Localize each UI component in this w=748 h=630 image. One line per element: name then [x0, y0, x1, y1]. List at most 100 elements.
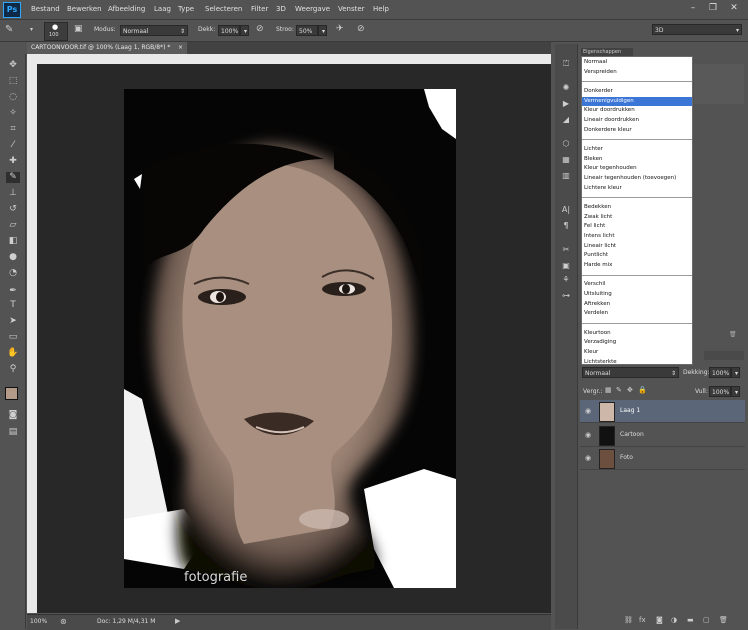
- play-icon[interactable]: ▶: [559, 98, 573, 109]
- layer-opacity-dropdown-icon[interactable]: ▾: [731, 367, 740, 378]
- panel-trash-icon[interactable]: 🗑: [729, 331, 745, 339]
- lock-pixels-icon[interactable]: ▦: [605, 386, 612, 394]
- brush-panel-icon[interactable]: ▣: [74, 24, 83, 34]
- lock-paint-icon[interactable]: ✎: [616, 386, 622, 394]
- 3d-panel-icon[interactable]: ⬡: [559, 138, 573, 149]
- menu-bewerken[interactable]: Bewerken: [67, 5, 102, 13]
- chevron-down-icon[interactable]: ▾: [30, 26, 33, 33]
- blend-mode-option[interactable]: Aftrekken: [582, 300, 692, 309]
- blend-mode-option[interactable]: Vermenigvuldigen: [582, 96, 692, 106]
- lock-position-icon[interactable]: ✥: [627, 386, 633, 394]
- blend-mode-option[interactable]: Bedekken: [582, 203, 692, 212]
- restore-icon[interactable]: ❐: [706, 3, 720, 13]
- airbrush-icon[interactable]: ✈: [336, 24, 344, 34]
- clone-stamp-icon[interactable]: ⊥: [6, 188, 20, 199]
- workspace-select[interactable]: 3D ▾: [652, 24, 742, 35]
- eraser-icon[interactable]: ▱: [6, 220, 20, 231]
- blend-mode-option[interactable]: Lichtsterkte: [582, 358, 692, 367]
- blend-mode-option[interactable]: Uitsluiting: [582, 290, 692, 299]
- fill-dropdown-icon[interactable]: ▾: [731, 386, 740, 397]
- tool-presets-icon[interactable]: ✂: [559, 244, 573, 255]
- blend-mode-option[interactable]: Kleur tegenhouden: [582, 164, 692, 173]
- paragraph-panel-icon[interactable]: ¶: [559, 220, 573, 231]
- info-panel-icon[interactable]: ▥: [559, 170, 573, 181]
- menu-type[interactable]: Type: [178, 5, 194, 13]
- path-select-icon[interactable]: ➤: [6, 316, 20, 327]
- blend-mode-option[interactable]: Kleur: [582, 348, 692, 357]
- quick-select-icon[interactable]: ✧: [6, 108, 20, 119]
- eye-icon[interactable]: ◉: [585, 431, 593, 439]
- pen-tool-icon[interactable]: ✒: [6, 286, 20, 297]
- move-tool-icon[interactable]: ✥: [6, 60, 20, 71]
- pressure-opacity-icon[interactable]: ⊘: [256, 24, 264, 34]
- flow-dropdown-icon[interactable]: ▾: [318, 25, 327, 36]
- layer-row-foto[interactable]: ◉ Foto: [580, 447, 745, 470]
- blur-tool-icon[interactable]: ●: [6, 252, 20, 263]
- layer-row-cartoon[interactable]: ◉ Cartoon: [580, 424, 745, 447]
- hand-tool-icon[interactable]: ✋: [6, 348, 20, 359]
- gradient-tool-icon[interactable]: ◧: [6, 236, 20, 247]
- zoom-tool-icon[interactable]: ⚲: [6, 364, 20, 375]
- opacity-field[interactable]: 100%: [218, 25, 240, 36]
- menu-filter[interactable]: Filter: [251, 5, 268, 13]
- quick-mask-icon[interactable]: ◙: [6, 410, 20, 421]
- close-icon[interactable]: ✕: [727, 3, 741, 13]
- fill-field[interactable]: 100%: [709, 386, 731, 397]
- character-panel-icon[interactable]: A|: [559, 204, 573, 215]
- brush-presets-icon[interactable]: ▣: [559, 260, 573, 271]
- document-canvas[interactable]: fotografie: [124, 89, 456, 588]
- navigator-icon[interactable]: ▦: [559, 154, 573, 165]
- new-group-icon[interactable]: ▬: [687, 616, 694, 624]
- pressure-size-icon[interactable]: ⊘: [357, 24, 365, 34]
- mode-select[interactable]: Normaal ⇕: [120, 25, 188, 36]
- brush-tool-icon[interactable]: ✎: [6, 172, 20, 183]
- menu-3d[interactable]: 3D: [276, 5, 286, 13]
- layer-mask-icon[interactable]: ◙: [656, 616, 663, 624]
- crop-tool-icon[interactable]: ⌗: [6, 124, 20, 135]
- blend-mode-option[interactable]: Verschil: [582, 280, 692, 289]
- document-tab[interactable]: CARTOONVOOR.tif @ 100% (Laag 1, RGB/8*) …: [27, 42, 187, 54]
- blend-mode-option[interactable]: Kleur doordrukken: [582, 106, 692, 115]
- opacity-dropdown-icon[interactable]: ▾: [240, 25, 249, 36]
- clone-source-icon[interactable]: ⚘: [559, 274, 573, 285]
- shape-tool-icon[interactable]: ▭: [6, 332, 20, 343]
- lock-all-icon[interactable]: 🔒: [638, 386, 647, 394]
- status-menu-arrow-icon[interactable]: ▶: [175, 617, 180, 625]
- menu-help[interactable]: Help: [373, 5, 389, 13]
- actions-panel-icon[interactable]: ✺: [559, 82, 573, 93]
- link-layers-icon[interactable]: ⛓: [624, 616, 633, 624]
- menu-venster[interactable]: Venster: [338, 5, 365, 13]
- blend-mode-option[interactable]: Bleken: [582, 155, 692, 164]
- screen-mode-icon[interactable]: ▤: [6, 427, 20, 438]
- blend-mode-option[interactable]: Verspreiden: [582, 68, 692, 77]
- type-tool-icon[interactable]: T: [6, 300, 20, 311]
- blend-mode-option[interactable]: Normaal: [582, 58, 692, 67]
- status-info-icon[interactable]: ⊛: [60, 617, 67, 626]
- eye-icon[interactable]: ◉: [585, 454, 593, 462]
- history-brush-icon[interactable]: ↺: [6, 204, 20, 215]
- lasso-tool-icon[interactable]: ◌: [6, 92, 20, 103]
- blend-mode-option[interactable]: Lineair doordrukken: [582, 116, 692, 125]
- blend-mode-option[interactable]: Lichter: [582, 145, 692, 154]
- zoom-level[interactable]: 100%: [30, 618, 47, 625]
- blend-mode-option[interactable]: Kleurtoon: [582, 329, 692, 338]
- menu-weergave[interactable]: Weergave: [295, 5, 330, 13]
- close-tab-icon[interactable]: ×: [178, 42, 183, 54]
- menu-bestand[interactable]: Bestand: [31, 5, 60, 13]
- delete-layer-icon[interactable]: 🗑: [719, 616, 728, 624]
- blend-mode-option[interactable]: Intens licht: [582, 232, 692, 241]
- adjustments-icon[interactable]: ⊶: [559, 290, 573, 301]
- minimize-icon[interactable]: –: [686, 3, 700, 13]
- blend-mode-option[interactable]: Harde mix: [582, 261, 692, 270]
- history-panel-icon[interactable]: ⏍: [559, 58, 573, 69]
- adjustment-layer-icon[interactable]: ◑: [671, 616, 677, 624]
- blend-mode-option[interactable]: Donkerdere kleur: [582, 126, 692, 135]
- eye-icon[interactable]: ◉: [585, 407, 593, 415]
- blend-mode-option[interactable]: Donkerder: [582, 87, 692, 96]
- blend-mode-option[interactable]: Puntlicht: [582, 251, 692, 260]
- layers-panel-tab[interactable]: [704, 351, 744, 360]
- layer-style-icon[interactable]: fx: [639, 616, 646, 624]
- blend-mode-option[interactable]: Lichtere kleur: [582, 184, 692, 193]
- flow-field[interactable]: 50%: [296, 25, 318, 36]
- eyedropper-icon[interactable]: ⁄: [6, 140, 20, 151]
